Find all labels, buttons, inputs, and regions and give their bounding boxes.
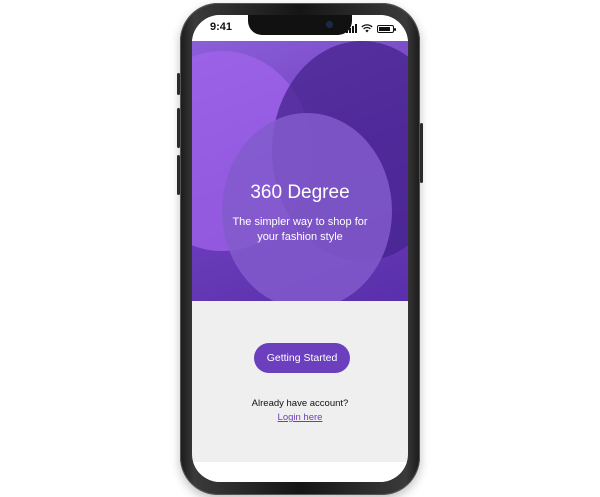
bottom-bar [192, 462, 408, 482]
phone-screen: 9:41 360 Degree The simpler way to shop … [192, 15, 408, 482]
power-button [420, 123, 423, 183]
status-time: 9:41 [210, 21, 233, 33]
login-link[interactable]: Login here [192, 412, 408, 423]
mute-switch [177, 73, 180, 95]
stage: 9:41 360 Degree The simpler way to shop … [0, 0, 600, 497]
getting-started-button[interactable]: Getting Started [254, 343, 350, 373]
wifi-icon [361, 24, 373, 33]
status-icons [346, 23, 396, 33]
hero-banner: 360 Degree The simpler way to shop for y… [192, 41, 408, 301]
app-tagline: The simpler way to shop for your fashion… [232, 216, 368, 243]
notch [248, 15, 352, 35]
phone-frame: 9:41 360 Degree The simpler way to shop … [177, 3, 423, 495]
battery-icon [377, 25, 396, 33]
hero-text: 360 Degree The simpler way to shop for y… [192, 181, 408, 245]
account-prompt: Already have account? [251, 398, 349, 409]
volume-up-button [177, 108, 180, 148]
app-title: 360 Degree [250, 182, 350, 203]
volume-down-button [177, 155, 180, 195]
front-camera [326, 21, 333, 28]
